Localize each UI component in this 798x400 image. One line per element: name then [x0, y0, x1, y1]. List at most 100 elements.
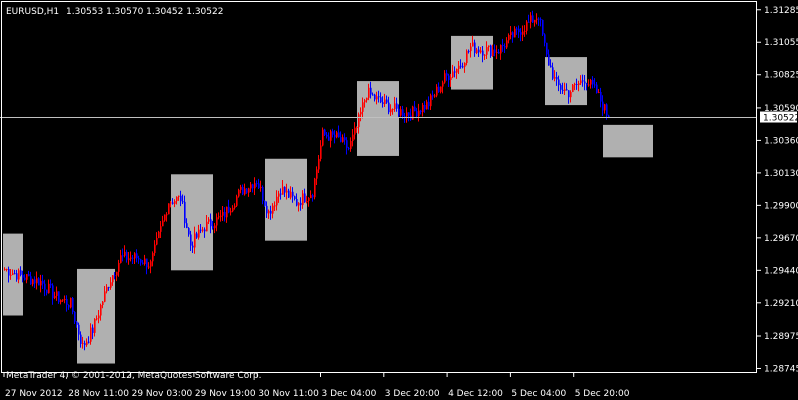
- range-box: [603, 124, 653, 158]
- candle-body: [98, 315, 100, 319]
- candle-body: [230, 211, 232, 213]
- candle-body: [40, 280, 42, 286]
- candle-body: [304, 193, 306, 203]
- candle-body: [530, 15, 532, 22]
- candle-body: [594, 84, 596, 86]
- candle-body: [112, 275, 114, 283]
- candle-body: [342, 137, 344, 142]
- candle-body: [520, 32, 522, 35]
- candle-body: [576, 83, 578, 85]
- candle-body: [458, 65, 460, 69]
- candle-body: [80, 334, 82, 344]
- candle-body: [478, 49, 480, 53]
- candle-body: [134, 253, 136, 259]
- x-tick-label: 4 Dec 12:00: [448, 389, 503, 399]
- candle-body: [216, 217, 218, 226]
- candle-body: [72, 298, 74, 312]
- candle-body: [20, 270, 22, 275]
- candle-body: [198, 229, 200, 238]
- candle-body: [428, 101, 430, 107]
- candle-body: [496, 51, 498, 53]
- candle-body: [378, 96, 380, 98]
- x-tick-label: 28 Nov 11:00: [68, 389, 129, 399]
- candle-body: [162, 220, 164, 227]
- candle-body: [468, 50, 470, 52]
- candle-body: [540, 19, 542, 21]
- candle-body: [104, 291, 106, 302]
- candle-body: [88, 341, 90, 343]
- candle-body: [158, 231, 160, 239]
- candle-body: [46, 289, 48, 294]
- candle-body: [24, 277, 26, 280]
- candle-body: [268, 210, 270, 214]
- candle-body: [572, 84, 574, 93]
- candle-body: [264, 200, 266, 206]
- candle-body: [426, 101, 428, 110]
- candle-body: [126, 251, 128, 260]
- candle-body: [54, 295, 56, 299]
- symbol-timeframe-label: EURUSD,H1: [6, 7, 59, 17]
- candle-body: [554, 77, 556, 79]
- price-chart[interactable]: 1.312851.310551.308251.305901.303601.301…: [0, 0, 798, 400]
- candle-body: [166, 214, 168, 216]
- candle-body: [570, 92, 572, 98]
- candle-body: [94, 318, 96, 333]
- candle-body: [194, 233, 196, 248]
- candle-body: [38, 278, 40, 286]
- candle-body: [276, 196, 278, 206]
- candle-body: [186, 223, 188, 229]
- candle-body: [424, 104, 426, 110]
- candle-body: [476, 49, 478, 54]
- current-price-tag-text: 1.30522: [763, 114, 798, 124]
- candle-body: [590, 79, 592, 85]
- candle-body: [114, 275, 116, 277]
- candle-body: [510, 32, 512, 36]
- candle-body: [332, 131, 334, 135]
- candle-body: [550, 65, 552, 68]
- candle-body: [282, 186, 284, 195]
- candle-body: [258, 183, 260, 188]
- candle-body: [228, 206, 230, 213]
- candle-body: [102, 301, 104, 306]
- candle-body: [352, 134, 354, 141]
- candle-body: [504, 46, 506, 48]
- candle-body: [582, 80, 584, 82]
- y-tick-label: 1.28745: [764, 364, 798, 374]
- candle-body: [164, 214, 166, 221]
- candle-body: [272, 205, 274, 214]
- candle-body: [566, 89, 568, 91]
- candle-body: [146, 258, 148, 268]
- candle-body: [108, 286, 110, 288]
- candle-body: [370, 87, 372, 95]
- candle-body: [84, 343, 86, 346]
- candle-body: [568, 90, 570, 98]
- candle-body: [18, 270, 20, 280]
- candle-body: [234, 205, 236, 208]
- candle-body: [488, 45, 490, 48]
- x-tick-label: 27 Nov 2012: [5, 389, 63, 399]
- candle-body: [366, 97, 368, 101]
- candle-body: [248, 188, 250, 193]
- candle-body: [300, 202, 302, 206]
- candle-body: [298, 202, 300, 206]
- candle-body: [220, 215, 222, 217]
- candle-body: [580, 80, 582, 84]
- candle-body: [494, 49, 496, 53]
- candle-body: [128, 258, 130, 260]
- candle-body: [416, 111, 418, 117]
- candle-body: [346, 140, 348, 149]
- candle-body: [142, 262, 144, 264]
- candle-body: [418, 110, 420, 117]
- candle-body: [90, 327, 92, 342]
- candle-body: [558, 79, 560, 86]
- candle-body: [176, 196, 178, 202]
- copyright-text: MetaTrader 4, © 2001-2012, MetaQuotes So…: [6, 371, 262, 381]
- candle-body: [606, 104, 608, 116]
- candle-body: [402, 109, 404, 117]
- candle-body: [528, 21, 530, 23]
- candle-body: [64, 299, 66, 301]
- candle-body: [26, 274, 28, 280]
- candle-body: [492, 49, 494, 57]
- candle-body: [516, 28, 518, 30]
- x-tick-label: 3 Dec 20:00: [385, 389, 440, 399]
